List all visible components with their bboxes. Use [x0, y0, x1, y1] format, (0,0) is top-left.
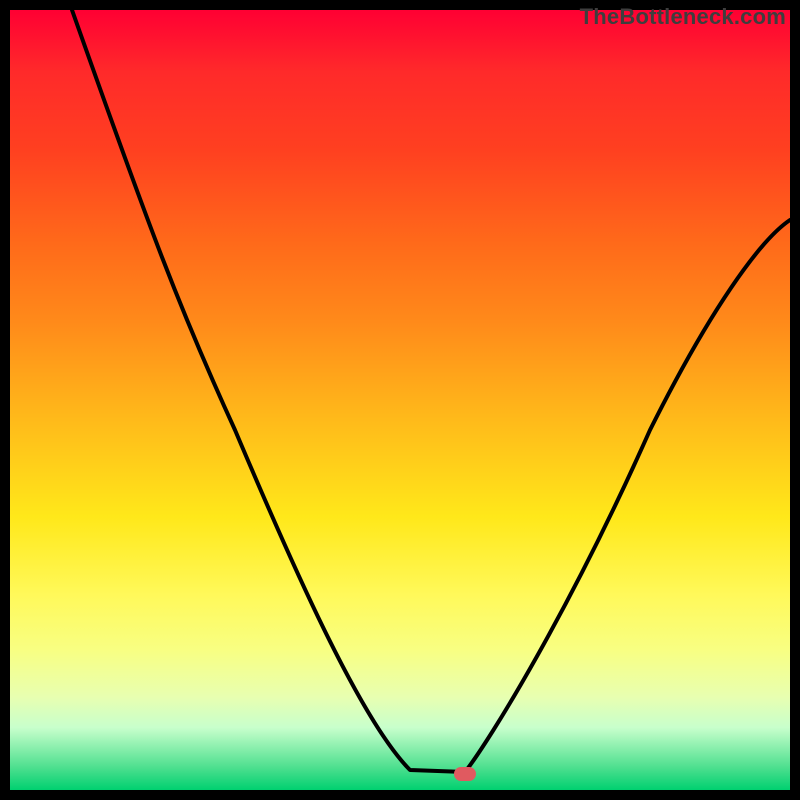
bottleneck-curve-path	[72, 10, 790, 772]
watermark-text: TheBottleneck.com	[580, 4, 786, 30]
chart-frame: TheBottleneck.com	[0, 0, 800, 800]
optimal-point-marker	[454, 767, 476, 781]
bottleneck-gradient-plot	[10, 10, 790, 790]
bottleneck-curve	[10, 10, 790, 790]
